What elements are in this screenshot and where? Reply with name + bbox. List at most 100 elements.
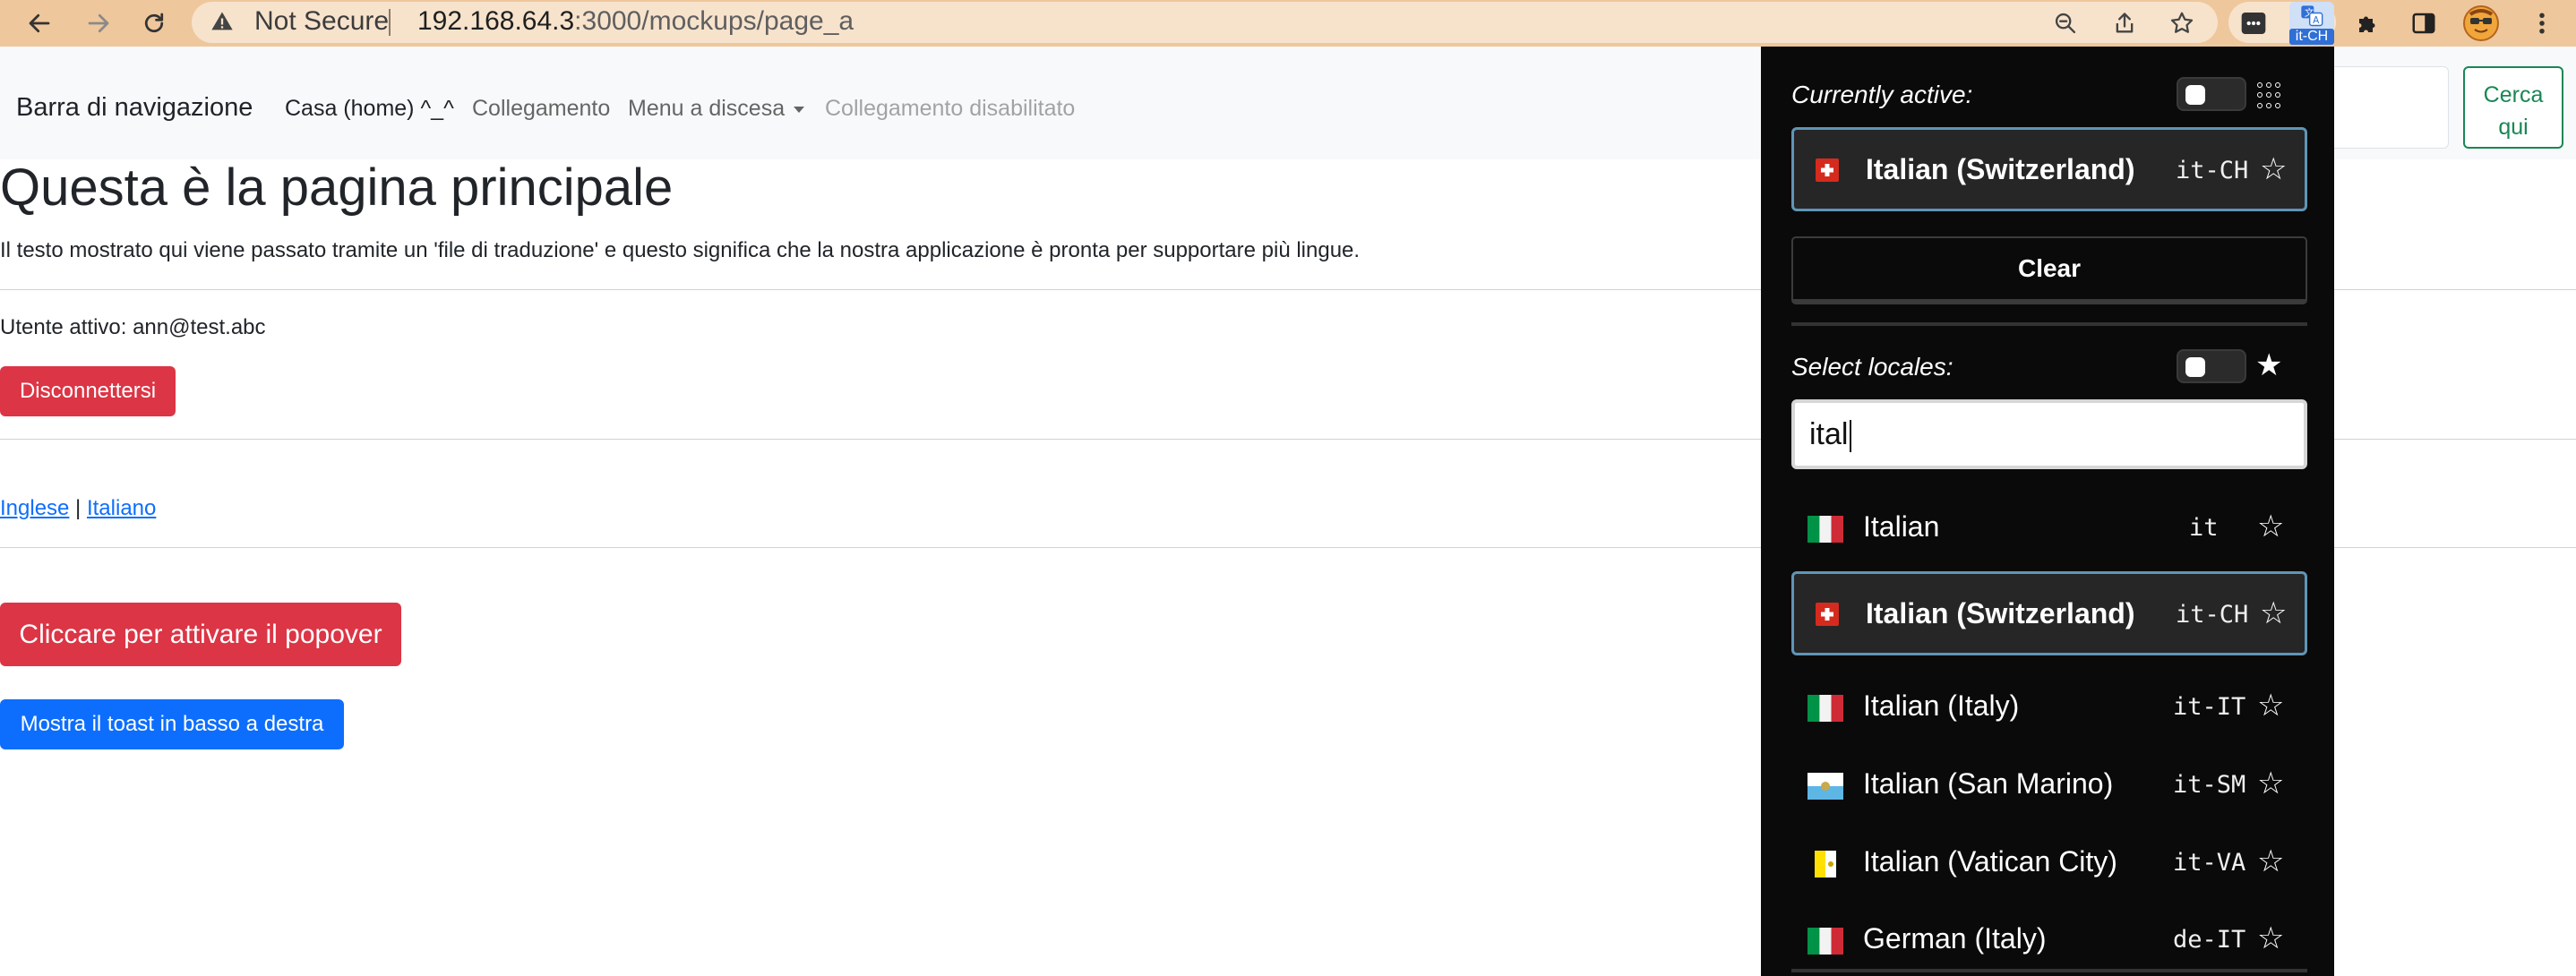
side-panel-button[interactable] [2406,5,2442,41]
locale-option[interactable]: Italian (Italy) it-IT ☆ [1791,673,2307,745]
locale-switcher-popup: Currently active: Italian (Switzerland) … [1761,47,2334,976]
nav-link-disabled: Collegamento disabilitato [825,96,1076,121]
locale-option[interactable]: Italian (San Marino) it-SM ☆ [1791,751,2307,823]
toast-button[interactable]: Mostra il toast in basso a destra [0,699,344,749]
locale-option[interactable]: German (Italy) de-IT ☆ [1791,906,2307,976]
back-button[interactable] [21,5,57,41]
clear-button[interactable]: Clear [1791,236,2307,304]
logout-button[interactable]: Disconnettersi [0,366,176,416]
san-marino-flag-icon [1807,773,1843,800]
star-outline-icon [2170,12,2194,33]
active-locale-code: it-CH [2176,157,2249,184]
locale-badge: it-CH [2289,29,2334,45]
navbar-brand[interactable]: Barra di navigazione [16,93,253,123]
avatar [2463,5,2499,41]
locale-code: it-IT [2173,693,2246,721]
caret-down-icon [794,106,805,113]
profile-button[interactable] [2463,5,2499,41]
arrow-left-icon [29,13,50,33]
star-outline-icon[interactable]: ☆ [2257,766,2284,801]
url-host: 192.168.64.3 [417,6,575,36]
zoom-out-icon [2055,13,2076,34]
locale-option[interactable]: Italian (Vatican City) it-VA ☆ [1791,829,2307,901]
active-toggle[interactable] [2177,77,2246,111]
star-outline-icon[interactable]: ☆ [2260,151,2287,187]
switzerland-flag-icon [1816,158,1839,182]
locale-code: it-SM [2173,771,2246,799]
popover-button[interactable]: Cliccare per attivare il popover [0,603,401,666]
warning-icon [211,12,233,30]
star-filled-icon[interactable]: ★ [2255,347,2282,383]
svg-text:A: A [2313,15,2320,26]
link-english[interactable]: Inglese [0,496,69,520]
switzerland-flag-icon [1816,603,1839,626]
star-outline-icon[interactable]: ☆ [2257,688,2284,723]
grid-icon[interactable] [2257,82,2284,109]
locale-code: it [2189,514,2219,542]
dots-extension-icon [2241,13,2266,34]
puzzle-icon [2359,16,2375,32]
locale-code: it-CH [2176,601,2249,629]
arrow-right-icon [88,13,109,33]
locale-name: Italian (Italy) [1863,689,2020,722]
locale-name: Italian (San Marino) [1863,767,2114,800]
active-locale-item[interactable]: Italian (Switzerland) it-CH ☆ [1791,127,2307,211]
url-text[interactable]: 192.168.64.3:3000/mockups/page_a [417,6,854,37]
extensions-button[interactable] [2350,5,2386,41]
currently-active-label: Currently active: [1791,81,1973,108]
locale-code: it-VA [2173,849,2246,877]
navbar-search-input[interactable] [2320,66,2449,149]
text-cursor [1850,420,1852,453]
locale-name: Italian (Vatican City) [1863,845,2117,878]
navbar-search-button[interactable]: Cerca qui [2463,66,2563,149]
italy-flag-icon [1807,695,1843,722]
star-outline-icon[interactable]: ☆ [2257,509,2284,544]
kebab-menu-icon [2539,13,2545,34]
locale-option-selected[interactable]: Italian (Switzerland) it-CH ☆ [1791,571,2307,655]
select-locales-label: Select locales: [1791,353,1953,381]
locale-name: German (Italy) [1863,922,2047,955]
browser-toolbar: Not Secure 192.168.64.3:3000/mockups/pag… [0,0,2576,47]
reload-button[interactable] [136,5,172,41]
page-title: Questa è la pagina principale [0,158,674,217]
security-label[interactable]: Not Secure [254,6,389,37]
popup-divider [1791,322,2307,326]
forward-button[interactable] [81,5,116,41]
dropdown-label: Menu a discesa [628,96,786,121]
search-value: ital [1809,417,1849,451]
search-button-line-1: Cerca [2483,82,2544,107]
toggle-knob [2185,357,2205,377]
locale-code: de-IT [2173,926,2246,954]
extension-dots-button[interactable] [2236,5,2271,41]
locale-option[interactable]: Italian it ☆ [1791,494,2307,566]
nav-dropdown-toggle[interactable]: Menu a discesa [628,96,805,122]
star-outline-icon[interactable]: ☆ [2257,920,2284,956]
locale-name: Italian (Switzerland) [1866,597,2135,629]
url-path: :3000/mockups/page_a [574,6,854,36]
locale-search-input[interactable]: ital [1791,399,2307,469]
nav-link-home[interactable]: Casa (home) ^_^ [285,96,454,122]
language-switcher: Inglese | Italiano [0,496,156,521]
share-icon [2116,13,2134,33]
star-outline-icon[interactable]: ☆ [2257,843,2284,879]
link-italian[interactable]: Italiano [87,496,156,520]
lang-separator: | [69,496,87,520]
star-outline-icon[interactable]: ☆ [2260,595,2287,631]
nav-link-collegamento[interactable]: Collegamento [472,96,610,122]
share-button[interactable] [2107,5,2142,41]
toggle-knob [2185,85,2205,105]
italy-flag-icon [1807,928,1843,955]
italy-flag-icon [1807,516,1843,543]
browser-menu-button[interactable] [2524,5,2560,41]
side-panel-icon [2412,13,2435,34]
bookmark-button[interactable] [2164,5,2200,41]
translate-icon: 文A [2301,5,2323,27]
zoom-button[interactable] [2048,5,2083,41]
intro-text: Il testo mostrato qui viene passato tram… [0,238,1361,262]
reload-icon [144,13,164,33]
address-divider [389,9,391,36]
locale-name: Italian [1863,510,1940,543]
active-user-text: Utente attivo: ann@test.abc [0,315,266,339]
favorites-toggle[interactable] [2177,349,2246,383]
search-button-line-2: qui [2498,115,2529,140]
